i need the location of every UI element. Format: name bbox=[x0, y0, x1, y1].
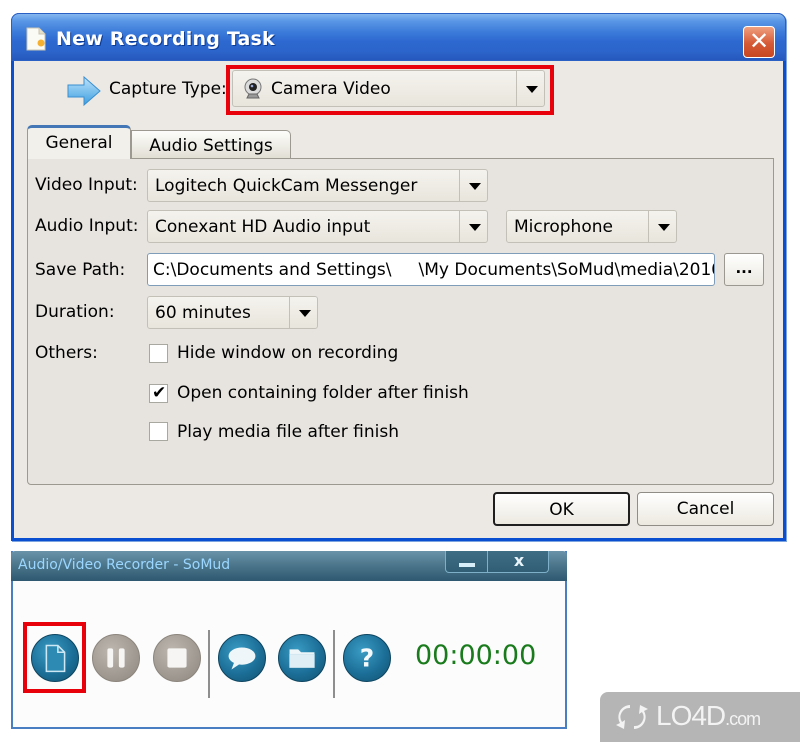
comment-button[interactable] bbox=[218, 634, 266, 682]
help-icon: ? bbox=[360, 644, 374, 673]
dialog-close-button[interactable]: ✕ bbox=[743, 26, 775, 58]
stop-icon bbox=[167, 648, 187, 668]
watermark-text: LO4D.com bbox=[656, 700, 761, 732]
capture-type-select[interactable]: Camera Video bbox=[232, 70, 545, 107]
dialog-title: New Recording Task bbox=[56, 28, 275, 50]
toolbar-separator bbox=[333, 630, 335, 698]
dialog-titlebar[interactable]: New Recording Task ✕ bbox=[11, 13, 786, 61]
hide-window-checkbox[interactable] bbox=[149, 344, 168, 363]
audio-input-select[interactable]: Conexant HD Audio input bbox=[147, 210, 488, 243]
browse-label: ... bbox=[735, 259, 753, 277]
browse-button[interactable]: ... bbox=[724, 253, 764, 286]
video-input-label: Video Input: bbox=[35, 175, 138, 195]
new-document-icon bbox=[45, 644, 66, 673]
pause-button[interactable] bbox=[92, 634, 140, 682]
play-media-checkbox[interactable] bbox=[149, 422, 168, 441]
minimize-button[interactable] bbox=[446, 551, 488, 573]
save-path-label: Save Path: bbox=[35, 260, 126, 280]
new-recording-task-dialog: New Recording Task ✕ Capture Type: Camer… bbox=[11, 13, 786, 541]
tab-audio-settings[interactable]: Audio Settings bbox=[131, 130, 291, 159]
audio-input-value: Conexant HD Audio input bbox=[155, 216, 371, 237]
hide-window-label: Hide window on recording bbox=[177, 343, 399, 363]
document-icon bbox=[26, 27, 46, 51]
webcam-icon bbox=[244, 78, 262, 98]
watermark-suffix: .com bbox=[725, 709, 761, 729]
chevron-down-icon[interactable] bbox=[648, 211, 676, 242]
new-task-button[interactable] bbox=[31, 634, 79, 682]
capture-type-label: Capture Type: bbox=[109, 79, 227, 99]
arrow-right-icon bbox=[67, 75, 101, 107]
duration-label: Duration: bbox=[35, 302, 115, 322]
tab-general[interactable]: General bbox=[27, 125, 131, 159]
audio-input-label: Audio Input: bbox=[35, 216, 139, 236]
general-tab-panel bbox=[27, 158, 774, 485]
duration-value: 60 minutes bbox=[155, 302, 251, 323]
chevron-down-icon[interactable] bbox=[289, 297, 317, 328]
toolbar-separator bbox=[208, 630, 210, 698]
recorder-title: Audio/Video Recorder - SoMud bbox=[18, 557, 231, 573]
checkmark-icon: ✔ bbox=[152, 383, 167, 403]
video-input-value: Logitech QuickCam Messenger bbox=[155, 175, 418, 196]
lo4d-logo-icon bbox=[616, 705, 648, 729]
recorder-titlebar[interactable]: Audio/Video Recorder - SoMud x bbox=[11, 551, 567, 581]
recorder-window-buttons: x bbox=[445, 551, 549, 573]
open-folder-checkbox[interactable]: ✔ bbox=[149, 383, 168, 403]
close-icon: ✕ bbox=[748, 27, 770, 55]
stop-button[interactable] bbox=[153, 634, 201, 682]
help-button[interactable]: ? bbox=[343, 634, 391, 682]
cancel-button[interactable]: Cancel bbox=[637, 492, 774, 526]
duration-select[interactable]: 60 minutes bbox=[147, 296, 318, 329]
folder-icon bbox=[289, 649, 315, 668]
others-label: Others: bbox=[35, 343, 98, 363]
chevron-down-icon[interactable] bbox=[516, 71, 544, 106]
speech-bubble-icon bbox=[228, 647, 256, 670]
chevron-down-icon[interactable] bbox=[459, 170, 487, 201]
audio-source-value: Microphone bbox=[514, 216, 613, 237]
video-input-select[interactable]: Logitech QuickCam Messenger bbox=[147, 169, 488, 202]
chevron-down-icon[interactable] bbox=[459, 211, 487, 242]
open-folder-button[interactable] bbox=[278, 634, 326, 682]
svg-text:?: ? bbox=[360, 644, 374, 673]
play-media-label: Play media file after finish bbox=[177, 422, 399, 442]
capture-type-value: Camera Video bbox=[271, 78, 391, 99]
pause-icon bbox=[107, 648, 125, 668]
open-folder-label: Open containing folder after finish bbox=[177, 383, 469, 403]
audio-source-select[interactable]: Microphone bbox=[506, 210, 677, 243]
watermark-brand: LO4D bbox=[656, 700, 726, 731]
recorder-window: Audio/Video Recorder - SoMud x ? 00:00:0… bbox=[11, 551, 567, 729]
save-path-input[interactable]: C:\Documents and Settings\ \My Documents… bbox=[147, 253, 715, 286]
recording-timer: 00:00:00 bbox=[415, 640, 537, 671]
save-path-value: C:\Documents and Settings\ \My Documents… bbox=[153, 259, 715, 280]
recorder-close-button[interactable]: x bbox=[489, 551, 549, 573]
ok-button[interactable]: OK bbox=[493, 492, 630, 526]
lo4d-watermark: LO4D.com bbox=[600, 692, 800, 742]
